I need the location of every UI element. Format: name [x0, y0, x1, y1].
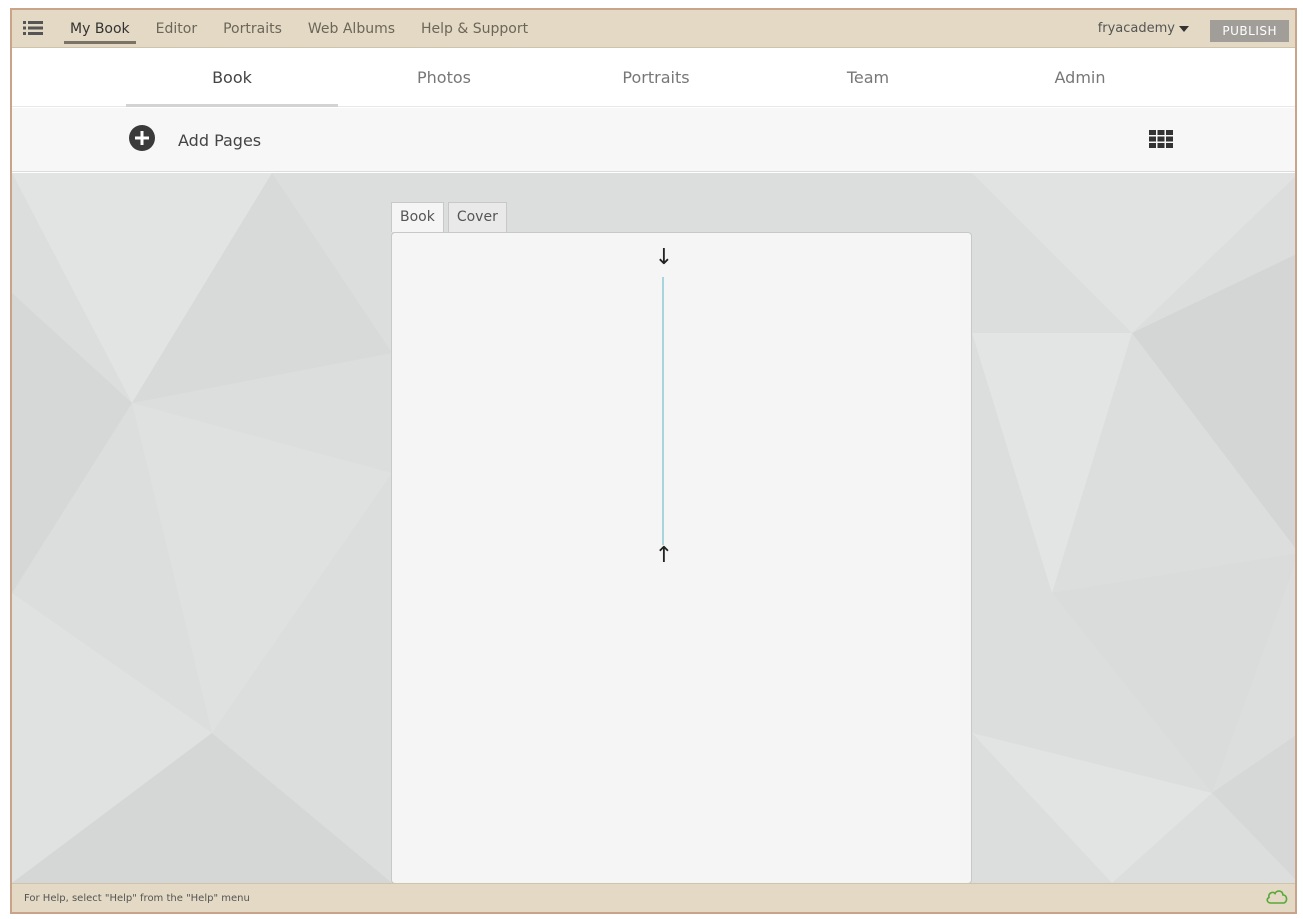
menu-item-help-support[interactable]: Help & Support [413, 10, 536, 48]
tab-team[interactable]: Team [762, 49, 974, 107]
publish-button[interactable]: PUBLISH [1210, 20, 1289, 42]
add-pages-label: Add Pages [178, 130, 262, 150]
doc-tab-book[interactable]: Book [391, 202, 444, 232]
user-menu[interactable]: fryacademy [1098, 10, 1189, 48]
cloud-icon[interactable] [1265, 888, 1289, 910]
tab-book[interactable]: Book [126, 49, 338, 107]
menu-item-portraits[interactable]: Portraits [215, 10, 290, 48]
doc-tab-cover[interactable]: Cover [447, 202, 507, 232]
book-toolbar: Add Pages [12, 108, 1295, 172]
menu-item-editor[interactable]: Editor [148, 10, 205, 48]
add-pages-button[interactable]: Add Pages [128, 125, 261, 155]
tab-portraits[interactable]: Portraits [550, 49, 762, 107]
grid-view-icon[interactable] [1149, 130, 1173, 152]
caret-down-icon [1179, 10, 1189, 48]
document-tabs: Book Cover [391, 202, 507, 232]
editor-canvas: Book Cover ↓ ↑ [12, 173, 1295, 883]
status-bar: For Help, select "Help" from the "Help" … [12, 883, 1295, 912]
arrow-down-icon: ↓ [654, 245, 674, 270]
tab-photos[interactable]: Photos [338, 49, 550, 107]
page-editor[interactable]: ↓ ↑ [391, 232, 972, 883]
app-window: My Book Editor Portraits Web Albums Help… [10, 8, 1297, 914]
main-tab-bar: Book Photos Portraits Team Admin [12, 49, 1295, 107]
username: fryacademy [1097, 21, 1175, 36]
tab-admin[interactable]: Admin [974, 49, 1186, 107]
top-menu-bar: My Book Editor Portraits Web Albums Help… [12, 10, 1295, 48]
menu-item-web-albums[interactable]: Web Albums [300, 10, 403, 48]
plus-circle-icon [128, 124, 156, 156]
hamburger-menu-icon[interactable] [20, 16, 46, 40]
guide-line [662, 277, 664, 545]
menu-item-my-book[interactable]: My Book [62, 10, 138, 48]
arrow-up-icon: ↑ [654, 543, 674, 568]
status-text: For Help, select "Help" from the "Help" … [24, 893, 250, 904]
